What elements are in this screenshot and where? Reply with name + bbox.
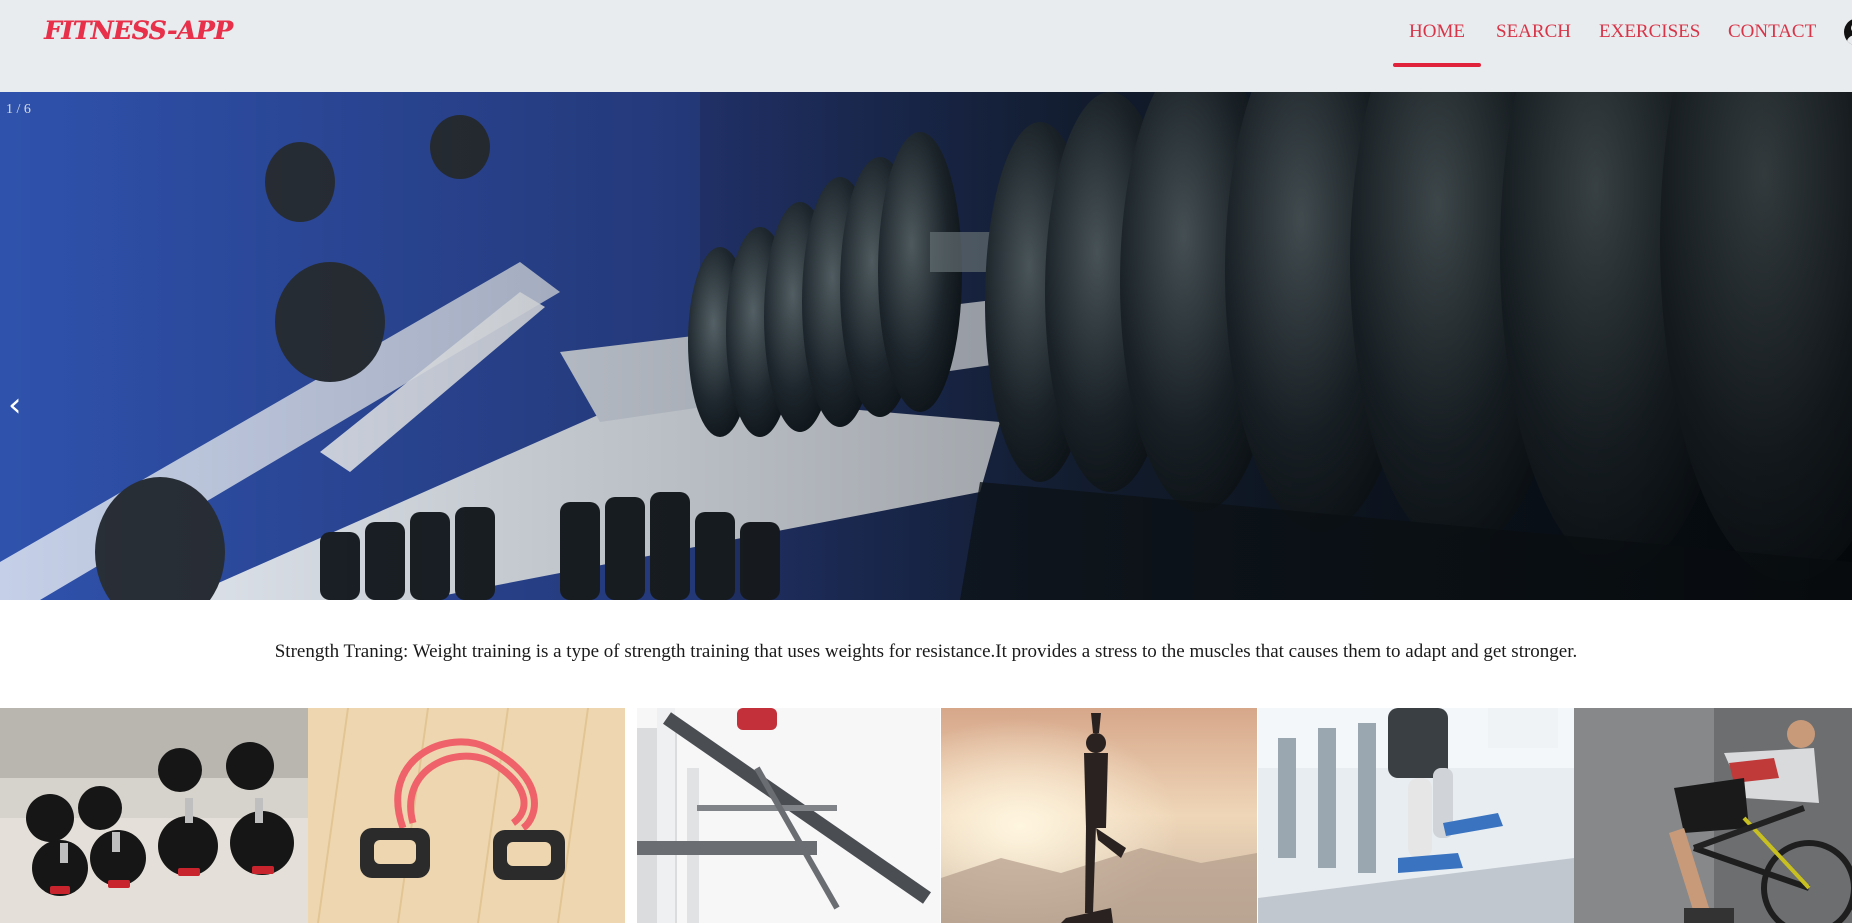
resistance-band-photo: [308, 708, 625, 923]
chevron-left-icon[interactable]: ‹: [8, 388, 22, 422]
app-logo[interactable]: FITNESS-APP: [44, 16, 233, 45]
gallery-tile-treadmill[interactable]: [1258, 708, 1574, 923]
gallery-tile-cyclist[interactable]: [1574, 708, 1852, 923]
gallery-tile-resistance-band[interactable]: [308, 708, 625, 923]
top-navbar: FITNESS-APP HOME SEARCH EXERCISES CONTAC…: [0, 0, 1852, 92]
gallery-tile-dumbbells[interactable]: [0, 708, 308, 923]
gallery-tile-yoga[interactable]: [941, 708, 1257, 923]
gallery-tile-pull-up-bar[interactable]: [637, 708, 940, 923]
hero-carousel: 1 / 6 ‹: [0, 92, 1852, 600]
exercise-gallery: [0, 708, 1852, 923]
slide-counter: 1 / 6: [6, 102, 31, 117]
treadmill-runner-photo: [1258, 708, 1574, 923]
dumbbells-photo: [0, 708, 308, 923]
yoga-silhouette-photo: [941, 708, 1257, 923]
nav-home-link[interactable]: HOME: [1393, 21, 1481, 67]
nav-exercises-link[interactable]: EXERCISES: [1599, 21, 1700, 43]
user-circle-icon[interactable]: [1844, 18, 1852, 46]
nav-search-link[interactable]: SEARCH: [1496, 21, 1571, 43]
gym-dumbbell-rack-image: [0, 92, 1852, 600]
pull-up-bar-photo: [637, 708, 940, 923]
nav-contact-link[interactable]: CONTACT: [1728, 21, 1816, 43]
strength-training-description: Strength Traning: Weight training is a t…: [274, 641, 1578, 662]
cyclist-photo: [1574, 708, 1852, 923]
